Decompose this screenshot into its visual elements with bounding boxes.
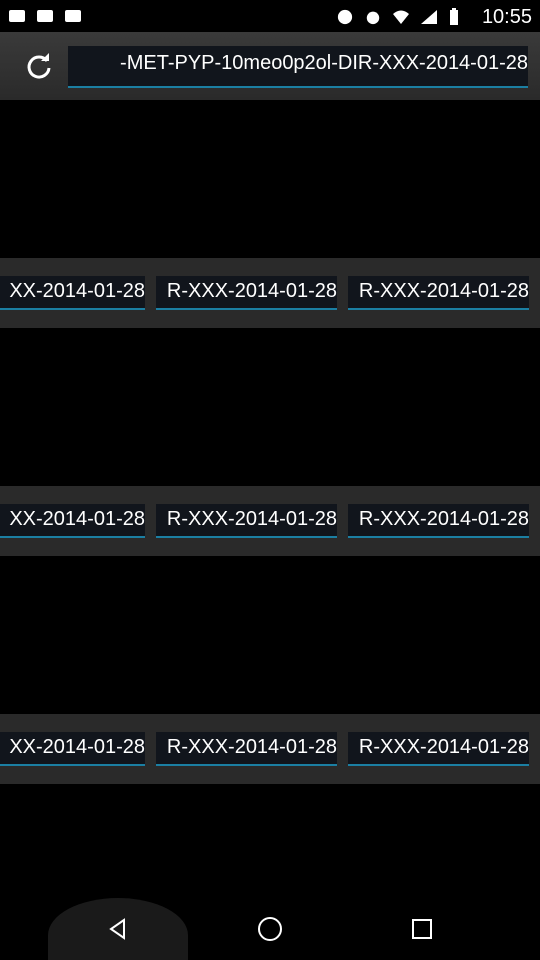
recents-button[interactable]	[392, 904, 452, 954]
grid-item-label[interactable]: R-XXX-2014-01-28	[348, 504, 529, 538]
grid-item-label[interactable]: R-XXX-2014-01-28	[156, 276, 337, 310]
status-time: 10:55	[481, 6, 532, 28]
system-icons	[336, 8, 460, 26]
url-input[interactable]: -MET-PYP-10meo0p2ol-DIR-XXX-2014-01-28	[68, 46, 528, 88]
toolbar: -MET-PYP-10meo0p2ol-DIR-XXX-2014-01-28	[0, 32, 540, 100]
refresh-icon	[27, 53, 51, 79]
signal-icon	[421, 10, 437, 24]
bitcoin-icon	[337, 9, 353, 25]
home-button[interactable]	[240, 904, 300, 954]
back-button[interactable]	[88, 904, 148, 954]
back-icon	[109, 918, 125, 940]
notification-icon	[65, 10, 81, 22]
grid-item-label[interactable]: XX-2014-01-28	[0, 732, 145, 766]
notification-icons	[8, 8, 82, 24]
grid-item-label[interactable]: R-XXX-2014-01-28	[348, 276, 529, 310]
recents-icon	[412, 919, 432, 939]
navigation-bar	[0, 864, 540, 960]
wifi-icon	[393, 10, 409, 24]
url-text: -MET-PYP-10meo0p2ol-DIR-XXX-2014-01-28	[120, 52, 528, 74]
grid-row: XX-2014-01-28 R-XXX-2014-01-28 R-XXX-201…	[0, 328, 540, 556]
home-icon	[258, 917, 282, 941]
status-bar: 10:55	[0, 0, 540, 32]
refresh-button[interactable]	[22, 50, 56, 84]
grid-item-label[interactable]: R-XXX-2014-01-28	[348, 732, 529, 766]
notification-icon	[9, 10, 25, 22]
grid-item-label[interactable]: R-XXX-2014-01-28	[156, 732, 337, 766]
grid-item-label[interactable]: R-XXX-2014-01-28	[156, 504, 337, 538]
grid-row: XX-2014-01-28 R-XXX-2014-01-28 R-XXX-201…	[0, 556, 540, 784]
grid-item-label[interactable]: XX-2014-01-28	[0, 504, 145, 538]
notification-icon	[37, 10, 53, 22]
grid-item-label[interactable]: XX-2014-01-28	[0, 276, 145, 310]
alarm-icon	[366, 11, 380, 25]
battery-icon	[450, 8, 458, 25]
grid-row: XX-2014-01-28 R-XXX-2014-01-28 R-XXX-201…	[0, 100, 540, 328]
